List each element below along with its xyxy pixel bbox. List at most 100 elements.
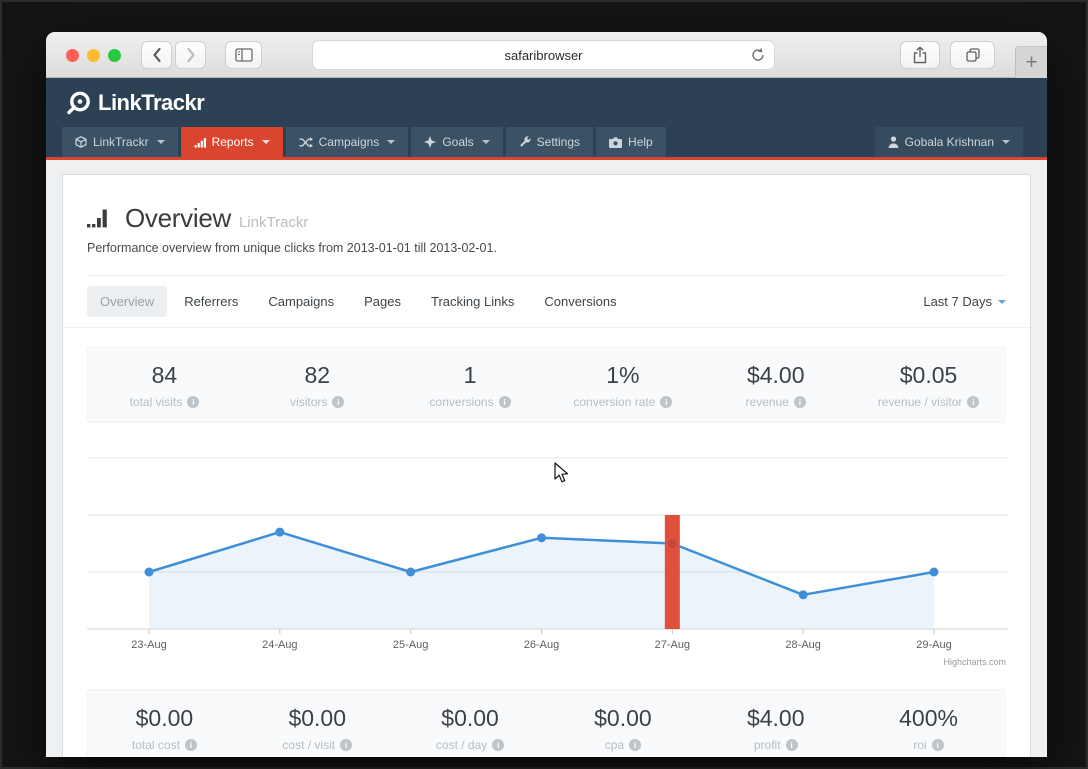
caret-down-icon xyxy=(156,140,165,144)
info-icon[interactable] xyxy=(184,739,197,751)
nav-item-label: Reports xyxy=(211,135,254,149)
stat-label: conversions xyxy=(429,395,494,409)
stat-revenue-visitor: $0.05 revenue / visitor xyxy=(852,362,1005,409)
stat-label: cost / day xyxy=(435,738,488,752)
info-icon[interactable] xyxy=(629,739,642,751)
nav-item-help[interactable]: Help xyxy=(596,127,666,157)
date-range-label: Last 7 Days xyxy=(923,294,992,309)
nav-spacer xyxy=(669,127,875,157)
share-button[interactable] xyxy=(900,41,940,69)
site-header: LinkTrackr xyxy=(46,78,1047,127)
nav-item-campaigns[interactable]: Campaigns xyxy=(285,127,409,157)
stat-label: cpa xyxy=(604,738,625,752)
nav-item-label: Goals xyxy=(442,135,474,149)
tab-conversions[interactable]: Conversions xyxy=(531,286,629,317)
stat-label: profit xyxy=(753,738,781,752)
svg-text:26-Aug: 26-Aug xyxy=(524,639,559,651)
stat-roi: 400% roi xyxy=(852,705,1005,752)
address-bar[interactable]: safaribrowser xyxy=(312,40,775,70)
visits-chart[interactable]: 23-Aug 24-Aug 25-Aug 26-Aug 27-Aug 28-Aug 29-A… xyxy=(87,431,1008,671)
cube-icon xyxy=(75,136,87,148)
date-range-dropdown[interactable]: Last 7 Days xyxy=(923,294,1006,309)
nav-item-label: Campaigns xyxy=(318,135,380,149)
stat-label: revenue / visitor xyxy=(877,395,963,409)
linktrackr-logo-text[interactable]: LinkTrackr xyxy=(98,90,205,116)
tab-campaigns[interactable]: Campaigns xyxy=(255,286,347,317)
info-icon[interactable] xyxy=(785,739,798,751)
stat-label: total visits xyxy=(129,395,183,409)
nav-item-settings[interactable]: Settings xyxy=(505,127,594,157)
user-menu[interactable]: Gobala Krishnan xyxy=(874,127,1023,157)
tab-pages[interactable]: Pages xyxy=(351,286,414,317)
minimize-window-button[interactable] xyxy=(87,49,100,62)
nav-item-label: Settings xyxy=(536,135,581,149)
sidebar-button[interactable] xyxy=(225,41,262,69)
tab-tracking-links[interactable]: Tracking Links xyxy=(418,286,527,317)
new-tab-button[interactable]: + xyxy=(1015,46,1047,78)
info-icon[interactable] xyxy=(492,739,505,751)
stat-value: $4.00 xyxy=(746,705,805,731)
history-nav-buttons xyxy=(141,41,206,69)
stat-value: $0.00 xyxy=(594,705,652,731)
stat-value: $0.00 xyxy=(135,705,194,731)
chevron-left-icon xyxy=(152,47,161,63)
info-icon[interactable] xyxy=(660,396,673,408)
stat-label: roi xyxy=(913,738,927,752)
stats-row-bottom: $0.00 total cost $0.00 cost / visit $0.0… xyxy=(87,689,1006,757)
chevron-right-icon xyxy=(186,47,195,63)
stat-value: $0.00 xyxy=(441,705,499,731)
bar-chart-title-icon xyxy=(87,209,115,228)
reload-icon[interactable] xyxy=(750,47,766,68)
stat-label: cost / visit xyxy=(282,738,336,752)
svg-text:29-Aug: 29-Aug xyxy=(916,639,951,651)
info-icon[interactable] xyxy=(187,396,200,408)
stat-label: conversion rate xyxy=(573,395,656,409)
stat-label: revenue xyxy=(745,395,789,409)
nav-item-label: Help xyxy=(628,135,653,149)
page-body: Overview LinkTrackr Performance overview… xyxy=(46,160,1047,757)
browser-titlebar: safaribrowser + xyxy=(46,32,1047,78)
highcharts-area-chart[interactable]: 23-Aug 24-Aug 25-Aug 26-Aug 27-Aug 28-Aug 29-A… xyxy=(87,431,1008,671)
sidebar-icon xyxy=(234,48,253,62)
caret-down-icon xyxy=(1002,140,1010,144)
stat-total-cost: $0.00 total cost xyxy=(88,705,241,752)
share-icon xyxy=(913,46,927,64)
stats-row-top: 84 total visits 82 visitors 1 conversion… xyxy=(87,346,1006,423)
svg-text:23-Aug: 23-Aug xyxy=(131,639,166,651)
back-button[interactable] xyxy=(141,41,172,69)
overview-card: Overview LinkTrackr Performance overview… xyxy=(62,174,1031,757)
stat-value: $0.00 xyxy=(288,705,347,731)
info-icon[interactable] xyxy=(931,739,944,751)
info-icon[interactable] xyxy=(332,396,345,408)
caret-down-icon xyxy=(261,140,270,144)
info-icon[interactable] xyxy=(967,396,980,408)
svg-text:28-Aug: 28-Aug xyxy=(785,639,820,651)
fullscreen-window-button[interactable] xyxy=(108,49,121,62)
tab-overview[interactable]: Overview xyxy=(87,286,168,317)
stat-visitors: 82 visitors xyxy=(241,362,394,409)
report-tabs: Overview Referrers Campaigns Pages Track… xyxy=(87,286,630,317)
safari-window: safaribrowser + LinkTrackr LinkTrackr Re… xyxy=(46,32,1047,757)
stat-value: 84 xyxy=(151,362,178,388)
forward-button[interactable] xyxy=(175,41,206,69)
nav-item-linktrackr[interactable]: LinkTrackr xyxy=(62,127,178,157)
svg-text:24-Aug: 24-Aug xyxy=(262,639,297,651)
nav-item-goals[interactable]: Goals xyxy=(411,127,503,157)
nav-item-label: LinkTrackr xyxy=(93,135,149,149)
close-window-button[interactable] xyxy=(66,49,79,62)
caret-down-icon xyxy=(387,140,396,144)
stat-cost-visit: $0.00 cost / visit xyxy=(241,705,394,752)
info-icon[interactable] xyxy=(793,396,806,408)
nav-item-reports[interactable]: Reports xyxy=(180,127,283,157)
report-tabs-row: Overview Referrers Campaigns Pages Track… xyxy=(63,276,1030,328)
stat-value: $0.05 xyxy=(899,362,958,388)
tab-referrers[interactable]: Referrers xyxy=(171,286,251,317)
tab-overview-button[interactable] xyxy=(950,41,995,69)
info-icon[interactable] xyxy=(340,739,353,751)
stat-value: 82 xyxy=(304,362,331,388)
stat-label: total cost xyxy=(131,738,180,752)
shuffle-icon xyxy=(299,136,313,148)
stat-revenue: $4.00 revenue xyxy=(699,362,852,409)
info-icon[interactable] xyxy=(498,396,511,408)
caret-down-icon xyxy=(481,140,490,144)
